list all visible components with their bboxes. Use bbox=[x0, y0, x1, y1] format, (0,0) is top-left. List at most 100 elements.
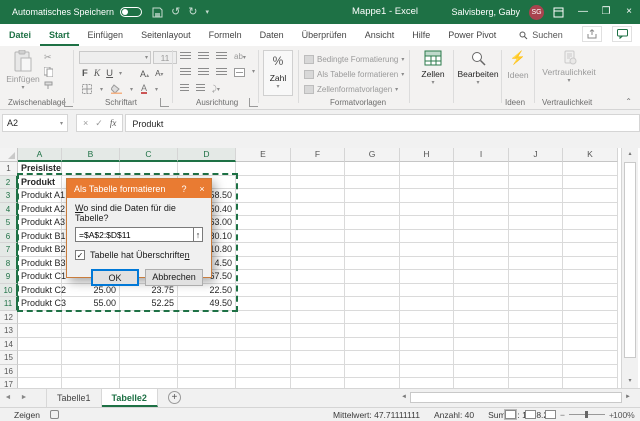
cell-J6[interactable] bbox=[509, 230, 563, 244]
cell-H13[interactable] bbox=[400, 324, 454, 338]
cell-J9[interactable] bbox=[509, 270, 563, 284]
comment-icon[interactable] bbox=[612, 26, 632, 42]
cell-A13[interactable] bbox=[18, 324, 62, 338]
tab-ueberpruefen[interactable]: Überprüfen bbox=[293, 24, 356, 46]
cell-F6[interactable] bbox=[291, 230, 345, 244]
grow-font-button[interactable]: A▴ bbox=[140, 69, 149, 79]
hscroll-left-icon[interactable]: ◄ bbox=[398, 394, 410, 400]
cell-styles-button[interactable]: Zellenformatvorlagen▾ bbox=[304, 83, 404, 96]
tab-start[interactable]: Start bbox=[40, 24, 79, 46]
cell-A1[interactable]: Preisliste bbox=[18, 162, 62, 176]
enter-entry-icon[interactable]: ✓ bbox=[95, 118, 103, 129]
tab-hilfe[interactable]: Hilfe bbox=[403, 24, 439, 46]
cell-E5[interactable] bbox=[236, 216, 291, 230]
cell-C13[interactable] bbox=[120, 324, 178, 338]
zoom-out-icon[interactable]: − bbox=[560, 410, 565, 420]
cell-D1[interactable] bbox=[178, 162, 236, 176]
cell-K1[interactable] bbox=[563, 162, 618, 176]
cell-H8[interactable] bbox=[400, 257, 454, 271]
format-as-table-button[interactable]: Als Tabelle formatieren▾ bbox=[304, 68, 404, 81]
cell-C16[interactable] bbox=[120, 365, 178, 379]
cell-C11[interactable]: 52.25 bbox=[120, 297, 178, 311]
cell-E11[interactable] bbox=[236, 297, 291, 311]
zoom-level[interactable]: 100% bbox=[613, 410, 635, 420]
cell-A9[interactable]: Produkt C1 bbox=[18, 270, 62, 284]
cell-G2[interactable] bbox=[345, 176, 400, 190]
cell-B11[interactable]: 55.00 bbox=[62, 297, 120, 311]
cell-K15[interactable] bbox=[563, 351, 618, 365]
cell-G4[interactable] bbox=[345, 203, 400, 217]
cell-F3[interactable] bbox=[291, 189, 345, 203]
cell-D12[interactable] bbox=[178, 311, 236, 325]
sheet-prev-icon[interactable]: ◄ bbox=[0, 389, 16, 407]
cell-A5[interactable]: Produkt A3 bbox=[18, 216, 62, 230]
cell-C1[interactable] bbox=[120, 162, 178, 176]
scroll-down-icon[interactable]: ▾ bbox=[622, 375, 638, 388]
cell-H15[interactable] bbox=[400, 351, 454, 365]
headers-checkbox[interactable]: ✓ bbox=[75, 250, 85, 260]
row-header-15[interactable]: 15 bbox=[0, 351, 18, 365]
cell-B1[interactable] bbox=[62, 162, 120, 176]
cell-I9[interactable] bbox=[454, 270, 509, 284]
row-header-1[interactable]: 1 bbox=[0, 162, 18, 176]
cell-D11[interactable]: 49.50 bbox=[178, 297, 236, 311]
editing-group-button[interactable]: Bearbeiten ▾ bbox=[457, 50, 499, 86]
align-left-icon[interactable] bbox=[180, 68, 191, 76]
cell-B16[interactable] bbox=[62, 365, 120, 379]
normal-view-icon[interactable] bbox=[505, 410, 516, 419]
cell-A3[interactable]: Produkt A1 bbox=[18, 189, 62, 203]
cell-F10[interactable] bbox=[291, 284, 345, 298]
cell-A12[interactable] bbox=[18, 311, 62, 325]
dialog-help-button[interactable]: ? bbox=[175, 184, 193, 194]
font-dialog-launcher[interactable] bbox=[160, 98, 169, 107]
cell-F4[interactable] bbox=[291, 203, 345, 217]
alignment-dialog-launcher[interactable] bbox=[249, 98, 258, 107]
zoom-slider-knob[interactable] bbox=[585, 411, 588, 418]
accessibility-icon[interactable] bbox=[50, 410, 59, 419]
row-header-6[interactable]: 6 bbox=[0, 230, 18, 244]
share-icon[interactable] bbox=[582, 26, 602, 42]
cell-K14[interactable] bbox=[563, 338, 618, 352]
cell-K8[interactable] bbox=[563, 257, 618, 271]
cell-I13[interactable] bbox=[454, 324, 509, 338]
cell-F14[interactable] bbox=[291, 338, 345, 352]
cell-I6[interactable] bbox=[454, 230, 509, 244]
row-header-10[interactable]: 10 bbox=[0, 284, 18, 298]
row-header-7[interactable]: 7 bbox=[0, 243, 18, 257]
column-header-E[interactable]: E bbox=[236, 148, 291, 162]
cell-K17[interactable] bbox=[563, 378, 618, 388]
table-range-input[interactable] bbox=[75, 227, 193, 242]
cell-I1[interactable] bbox=[454, 162, 509, 176]
cell-I4[interactable] bbox=[454, 203, 509, 217]
cell-A17[interactable] bbox=[18, 378, 62, 388]
cancel-button[interactable]: Abbrechen bbox=[145, 269, 203, 286]
row-header-5[interactable]: 5 bbox=[0, 216, 18, 230]
cell-G3[interactable] bbox=[345, 189, 400, 203]
cell-E9[interactable] bbox=[236, 270, 291, 284]
row-header-3[interactable]: 3 bbox=[0, 189, 18, 203]
cell-I10[interactable] bbox=[454, 284, 509, 298]
copy-icon[interactable] bbox=[44, 67, 53, 77]
align-middle-icon[interactable] bbox=[198, 52, 209, 60]
fill-color-button[interactable] bbox=[111, 84, 122, 94]
sensitivity-button[interactable]: Vertraulichkeit ▾ bbox=[539, 50, 599, 84]
cell-G7[interactable] bbox=[345, 243, 400, 257]
tab-ansicht[interactable]: Ansicht bbox=[356, 24, 404, 46]
cells-group-button[interactable]: Zellen ▾ bbox=[414, 50, 452, 86]
column-header-C[interactable]: C bbox=[120, 148, 178, 162]
cell-J16[interactable] bbox=[509, 365, 563, 379]
cancel-entry-icon[interactable]: × bbox=[83, 118, 88, 128]
cell-J13[interactable] bbox=[509, 324, 563, 338]
cell-G16[interactable] bbox=[345, 365, 400, 379]
cell-H17[interactable] bbox=[400, 378, 454, 388]
save-icon[interactable] bbox=[152, 7, 163, 18]
column-header-D[interactable]: D bbox=[178, 148, 236, 162]
cell-H2[interactable] bbox=[400, 176, 454, 190]
cell-K9[interactable] bbox=[563, 270, 618, 284]
row-header-12[interactable]: 12 bbox=[0, 311, 18, 325]
cell-J5[interactable] bbox=[509, 216, 563, 230]
dialog-close-button[interactable]: × bbox=[193, 184, 211, 194]
ok-button[interactable]: OK bbox=[91, 269, 139, 286]
paste-button[interactable]: Einfügen ▾ bbox=[6, 50, 40, 91]
qat-customize-icon[interactable]: ▾ bbox=[206, 9, 210, 16]
